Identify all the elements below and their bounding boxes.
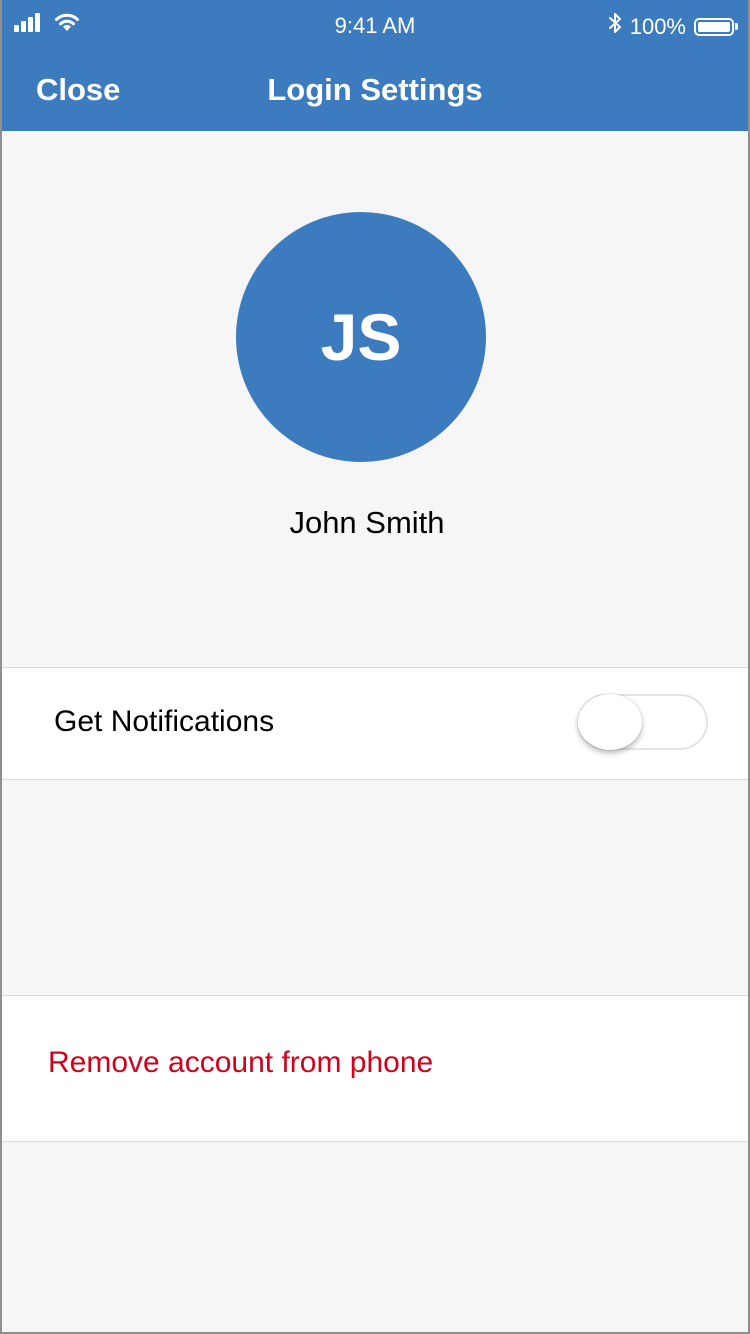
bluetooth-icon	[608, 12, 622, 41]
status-right: 100%	[608, 12, 738, 41]
battery-percentage: 100%	[629, 13, 686, 39]
page-title: Login Settings	[267, 72, 483, 107]
battery-icon	[694, 17, 738, 36]
avatar: JS	[236, 212, 486, 462]
notifications-toggle[interactable]	[578, 694, 708, 750]
battery-body	[694, 17, 734, 36]
remove-account-button[interactable]: Remove account from phone	[48, 1044, 433, 1082]
profile-name: John Smith	[289, 505, 445, 540]
avatar-initials: JS	[320, 300, 402, 374]
notifications-label: Get Notifications	[54, 705, 275, 738]
toggle-knob[interactable]	[578, 694, 642, 750]
status-bar: 9:41 AM 100%	[0, 0, 750, 52]
app-header: 9:41 AM 100% Close Login Settings	[0, 0, 750, 131]
battery-tip	[735, 23, 738, 30]
remove-account-row[interactable]: Remove account from phone	[2, 995, 748, 1142]
nav-bar: Close Login Settings	[0, 52, 750, 131]
notifications-row: Get Notifications	[2, 667, 748, 780]
battery-fill	[698, 21, 730, 32]
